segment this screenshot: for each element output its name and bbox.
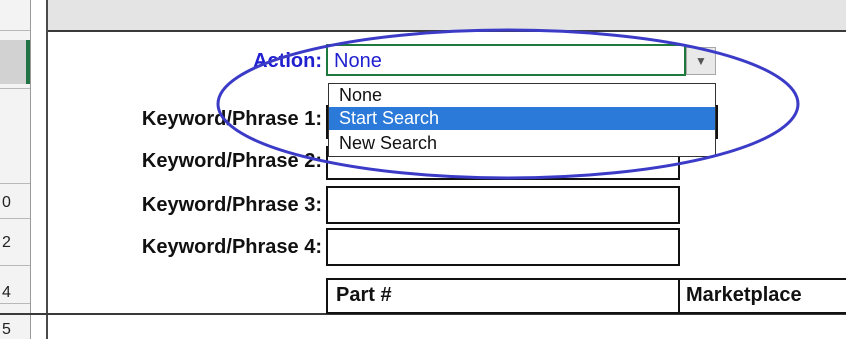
annotation-ellipse	[216, 28, 800, 180]
annotation-ellipse-shape	[216, 28, 800, 180]
